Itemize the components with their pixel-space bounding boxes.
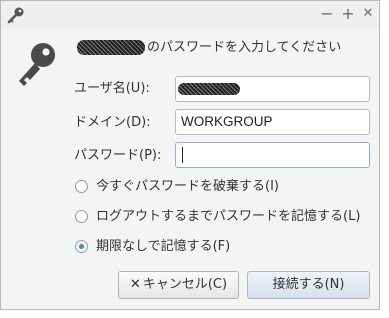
cancel-button[interactable]: ✕ キャンセル(C) bbox=[118, 271, 239, 299]
password-dialog: − + ✕ のパスワードを入力してください ユーザ名(U): ドメイン(D): … bbox=[0, 0, 380, 310]
prompt-message: のパスワードを入力してください bbox=[147, 40, 342, 55]
radio-button[interactable] bbox=[75, 240, 88, 253]
close-icon: ✕ bbox=[129, 277, 141, 292]
key-icon bbox=[19, 43, 55, 86]
maximize-button[interactable]: + bbox=[340, 5, 356, 23]
connect-label: 接続する(N) bbox=[272, 277, 345, 292]
close-button[interactable]: ✕ bbox=[360, 5, 376, 23]
option-label: 期限なしで記憶する(F) bbox=[96, 239, 231, 254]
text-caret bbox=[182, 147, 183, 163]
cancel-label: キャンセル(C) bbox=[142, 277, 228, 292]
password-label: パスワード(P): bbox=[74, 148, 162, 163]
username-field[interactable] bbox=[175, 76, 370, 102]
option-label: 今すぐパスワードを破棄する(I) bbox=[96, 179, 279, 194]
domain-field[interactable]: WORKGROUP bbox=[175, 109, 370, 135]
domain-label: ドメイン(D): bbox=[74, 115, 151, 130]
connect-button[interactable]: 接続する(N) bbox=[247, 271, 370, 299]
minimize-button[interactable]: − bbox=[319, 5, 335, 23]
redacted-name bbox=[77, 40, 145, 55]
redacted-username bbox=[178, 83, 240, 95]
key-icon bbox=[7, 7, 24, 24]
radio-button[interactable] bbox=[75, 210, 88, 223]
titlebar: − + ✕ bbox=[1, 1, 379, 29]
password-field[interactable] bbox=[175, 142, 370, 168]
option-label: ログアウトするまでパスワードを記憶する(L) bbox=[96, 209, 361, 224]
username-label: ユーザ名(U): bbox=[74, 81, 150, 96]
radio-button[interactable] bbox=[75, 180, 88, 193]
